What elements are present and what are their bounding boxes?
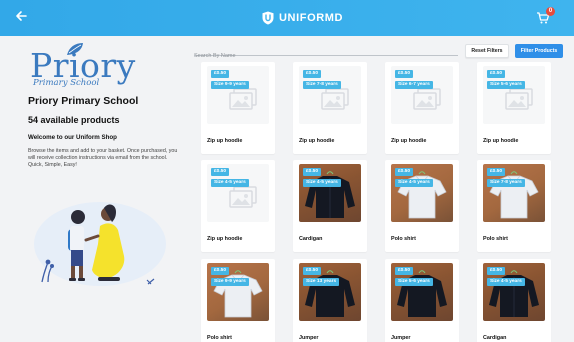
product-card[interactable]: £0.50 Size 4-5 years Zip up hoodie <box>201 160 275 252</box>
product-card[interactable]: £0.50 Size 5-6 years Zip up hoodie <box>477 62 551 154</box>
size-tag: Size 9-9 years <box>211 278 249 286</box>
size-tag: Size 4-5 years <box>303 179 341 187</box>
product-image: £0.50 Size 9-9 years <box>207 263 269 321</box>
product-name: Jumper <box>299 335 319 341</box>
jumper-image <box>305 270 355 317</box>
product-image: £0.50 Size 7-8 years <box>299 66 361 124</box>
parent-child-illustration <box>34 202 166 286</box>
product-name: Polo shirt <box>483 236 508 242</box>
product-image: £0.50 Size 4-5 years <box>207 164 269 222</box>
jumper-image <box>397 270 447 317</box>
product-name: Polo shirt <box>391 236 416 242</box>
top-bar: UNIFORMD 0 <box>0 0 574 36</box>
products-count: 54 available products <box>28 115 120 125</box>
product-image: £0.50 Size 7-8 years <box>483 164 545 222</box>
arrow-left-icon <box>16 11 27 21</box>
back-button[interactable] <box>14 9 30 25</box>
polo-shirt-image <box>213 270 263 318</box>
product-card[interactable]: £0.50 Size 7-8 years Polo shirt <box>477 160 551 252</box>
product-name: Zip up hoodie <box>391 138 427 144</box>
brand: UNIFORMD <box>262 11 343 25</box>
price-tag: £0.50 <box>211 70 230 78</box>
product-card[interactable]: £0.50 Size 4-5 years Cardigan <box>293 160 367 252</box>
filter-products-button[interactable]: Filter Products <box>515 44 563 58</box>
price-tag: £0.50 <box>487 70 506 78</box>
product-name: Zip up hoodie <box>207 138 243 144</box>
price-tag: £0.50 <box>395 70 414 78</box>
product-name: Cardigan <box>299 236 323 242</box>
size-tag: Size 6-7 years <box>395 81 433 89</box>
image-placeholder-icon <box>413 88 441 110</box>
product-image: £0.50 Size 13 years <box>299 263 361 321</box>
product-image: £0.50 Size 5-6 years <box>391 263 453 321</box>
product-card[interactable]: £0.50 Size 6-7 years Zip up hoodie <box>385 62 459 154</box>
product-card[interactable]: £0.50 Size 4-5 years Polo shirt <box>385 160 459 252</box>
price-tag: £0.50 <box>303 168 322 176</box>
size-tag: Size 7-8 years <box>487 179 525 187</box>
product-image: £0.50 Size 5-6 years <box>483 66 545 124</box>
shield-icon <box>262 11 274 25</box>
price-tag: £0.50 <box>395 168 414 176</box>
product-name: Zip up hoodie <box>299 138 335 144</box>
image-placeholder-icon <box>229 186 257 208</box>
size-tag: Size 4-5 years <box>487 278 525 286</box>
school-name: Priory Primary School <box>28 95 139 107</box>
polo-shirt-image <box>489 171 539 219</box>
product-name: Cardigan <box>483 335 507 341</box>
price-tag: £0.50 <box>211 267 230 275</box>
school-sidebar: Priory Primary School Priory Primary Sch… <box>0 36 186 342</box>
product-card[interactable]: £0.50 Size 9-9 years Zip up hoodie <box>201 62 275 154</box>
price-tag: £0.50 <box>303 267 322 275</box>
welcome-heading: Welcome to our Uniform Shop <box>28 134 117 141</box>
product-image: £0.50 Size 6-7 years <box>391 66 453 124</box>
product-name: Jumper <box>391 335 411 341</box>
school-logo: Priory Primary School <box>30 42 135 90</box>
reset-filters-button[interactable]: Reset Filters <box>465 44 509 58</box>
size-tag: Size 9-9 years <box>211 81 249 89</box>
product-image: £0.50 Size 4-5 years <box>391 164 453 222</box>
price-tag: £0.50 <box>303 70 322 78</box>
product-name: Polo shirt <box>207 335 232 341</box>
size-tag: Size 4-5 years <box>395 179 433 187</box>
product-card[interactable]: £0.50 Size 13 years Jumper <box>293 259 367 342</box>
shop-description: Browse the items and add to your basket.… <box>28 148 178 168</box>
product-name: Zip up hoodie <box>207 236 243 242</box>
product-card[interactable]: £0.50 Size 4-5 years Cardigan <box>477 259 551 342</box>
size-tag: Size 13 years <box>303 278 340 286</box>
product-image: £0.50 Size 4-5 years <box>299 164 361 222</box>
logo-subtitle: Primary School <box>33 78 100 88</box>
product-card[interactable]: £0.50 Size 9-9 years Polo shirt <box>201 259 275 342</box>
product-image: £0.50 Size 4-5 years <box>483 263 545 321</box>
image-placeholder-icon <box>321 88 349 110</box>
search-bar <box>194 44 458 62</box>
product-name: Zip up hoodie <box>483 138 519 144</box>
polo-shirt-image <box>397 171 447 219</box>
size-tag: Size 4-5 years <box>211 179 249 187</box>
cardigan-image <box>305 171 355 218</box>
size-tag: Size 5-6 years <box>487 81 525 89</box>
price-tag: £0.50 <box>487 267 506 275</box>
cardigan-image <box>489 270 539 317</box>
price-tag: £0.50 <box>395 267 414 275</box>
product-card[interactable]: £0.50 Size 7-8 years Zip up hoodie <box>293 62 367 154</box>
size-tag: Size 7-8 years <box>303 81 341 89</box>
product-image: £0.50 Size 9-9 years <box>207 66 269 124</box>
price-tag: £0.50 <box>487 168 506 176</box>
product-card[interactable]: £0.50 Size 5-6 years Jumper <box>385 259 459 342</box>
search-input[interactable] <box>194 50 458 62</box>
cart-count-badge: 0 <box>546 7 555 16</box>
image-placeholder-icon <box>229 88 257 110</box>
price-tag: £0.50 <box>211 168 230 176</box>
image-placeholder-icon <box>505 88 533 110</box>
size-tag: Size 5-6 years <box>395 278 433 286</box>
brand-name: UNIFORMD <box>279 12 344 24</box>
